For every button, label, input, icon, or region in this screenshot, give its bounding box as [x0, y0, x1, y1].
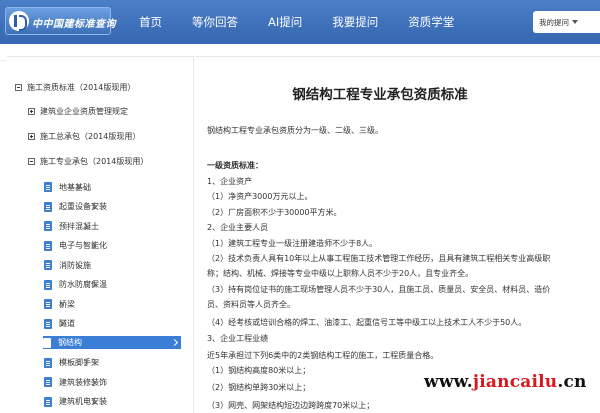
- document-icon: [44, 240, 52, 251]
- collapse-icon[interactable]: [28, 157, 35, 165]
- watermark-brand: jiancailu: [472, 372, 558, 392]
- paragraph-line: （2）厂房面积不少于30000平方米。: [207, 208, 342, 217]
- top-header: 中中国建标准查询 首页 等你回答 AI提问 我要提问 资质学堂 我的提问: [0, 0, 600, 44]
- paragraph-line: （4）经考核或培训合格的焊工、油漆工、起重信号工等中级工以上技术工人不少于50人…: [207, 318, 527, 327]
- my-questions-dropdown[interactable]: 我的提问: [533, 11, 600, 33]
- document-icon: [44, 260, 52, 270]
- nav-qualification-school[interactable]: 资质学堂: [408, 14, 454, 30]
- document-icon: [44, 221, 52, 231]
- paragraph-line: 近5年承担过下列6类中的2类钢结构工程的施工，工程质量合格。: [207, 351, 439, 360]
- document-icon: [44, 299, 52, 309]
- expand-icon[interactable]: [28, 107, 35, 115]
- document-icon: [44, 377, 52, 387]
- sidebar-tree: 施工资质标准（2014版现用） 建筑业企业资质管理规定 施工总承包（2014版现…: [7, 56, 194, 413]
- sidebar-item[interactable]: 建筑装修装饰: [44, 373, 107, 391]
- sidebar-item[interactable]: 预拌混凝土: [44, 217, 99, 235]
- sidebar-item-label: 钢结构: [58, 338, 82, 347]
- watermark: www.jiancailu.cn: [424, 372, 587, 392]
- nav-ask-question[interactable]: 我要提问: [332, 14, 378, 30]
- expand-icon[interactable]: [28, 132, 35, 140]
- tree-group-label: 施工总承包（2014版现用）: [40, 131, 141, 141]
- page-title: 钢结构工程专业承包资质标准: [292, 87, 468, 103]
- tree-root-label: 施工资质标准（2014版现用）: [27, 82, 136, 92]
- sidebar-item[interactable]: 桥梁: [44, 295, 75, 313]
- paragraph-line: 称；结构、机械、焊接等专业中级以上职称人员不少于20人，且专业齐全。: [207, 269, 474, 278]
- paragraph-line: （2）技术负责人具有10年以上从事工程施工技术管理工作经历，且具有建筑工程相关专…: [207, 254, 551, 263]
- my-questions-label: 我的提问: [539, 17, 569, 27]
- sidebar-item-label: 起重设备安装: [59, 202, 107, 211]
- paragraph-line: （3）网壳、网架结构短边边跨跨度70米以上；: [207, 401, 375, 410]
- tree-group[interactable]: 建筑业企业资质管理规定: [28, 102, 128, 120]
- document-icon: [44, 201, 52, 212]
- document-icon: [44, 318, 52, 329]
- document-icon: [44, 182, 52, 192]
- sidebar-item[interactable]: 消防设施: [44, 256, 91, 274]
- tree-group[interactable]: 施工总承包（2014版现用）: [28, 127, 140, 145]
- main-content: 钢结构工程专业承包资质标准 钢结构工程专业承包资质分为一级、二级、三级。 一级资质…: [195, 56, 600, 413]
- sidebar-item[interactable]: 起重设备安装: [44, 198, 107, 216]
- paragraph-line: （1）钢结构高度80米以上；: [207, 366, 311, 375]
- collapse-icon[interactable]: [15, 83, 22, 91]
- sidebar-item-label: 防水防腐保温: [59, 280, 107, 289]
- sidebar-item[interactable]: 建筑机电安装: [44, 393, 107, 411]
- tree-group-label: 建筑业企业资质管理规定: [40, 106, 128, 116]
- tree-group[interactable]: 施工专业承包（2014版现用）: [28, 152, 148, 170]
- sidebar-item-label: 模板脚手架: [59, 358, 99, 367]
- sidebar-item-label: 建筑装修装饰: [59, 377, 107, 387]
- sidebar-item-label: 建筑机电安装: [59, 397, 107, 406]
- document-icon: [44, 396, 52, 407]
- sidebar-item-label: 预拌混凝土: [59, 221, 99, 231]
- section-heading: 一级资质标准：: [207, 161, 263, 170]
- logo-text: 中中国建标准查询: [32, 19, 116, 30]
- nav-ai-ask[interactable]: AI提问: [268, 14, 302, 30]
- chevron-right-icon: [170, 338, 179, 347]
- paragraph-line: （2）钢结构单跨30米以上；: [207, 383, 311, 392]
- document-icon: [43, 337, 51, 348]
- paragraph-line: （1）净资产3000万元以上。: [207, 192, 313, 201]
- sidebar-item[interactable]: 钢结构: [43, 336, 181, 349]
- document-icon: [44, 279, 52, 290]
- paragraph-line: （3）持有岗位证书的施工现场管理人员不少于30人，且施工员、质量员、安全员、材料…: [207, 285, 551, 294]
- document-icon: [44, 357, 52, 368]
- tree-group-label: 施工专业承包（2014版现用）: [40, 156, 149, 166]
- main-nav: 首页 等你回答 AI提问 我要提问 资质学堂: [125, 0, 484, 44]
- sidebar-item[interactable]: 模板脚手架: [44, 354, 99, 372]
- sidebar-item-label: 电子与智能化: [59, 241, 107, 250]
- paragraph-line: 3、企业工程业绩: [207, 334, 269, 343]
- watermark-suffix: .cn: [557, 372, 587, 392]
- paragraph-line: 钢结构工程专业承包资质分为一级、二级、三级。: [207, 126, 383, 135]
- site-logo[interactable]: 中中国建标准查询: [5, 7, 116, 35]
- watermark-prefix: www.: [424, 372, 473, 392]
- nav-home[interactable]: 首页: [139, 14, 162, 30]
- paragraph-line: 2、企业主要人员: [207, 223, 269, 232]
- sidebar-item[interactable]: 地基基础: [44, 178, 91, 196]
- tree-root[interactable]: 施工资质标准（2014版现用）: [15, 78, 135, 96]
- chevron-down-icon: [572, 20, 578, 24]
- sidebar-item[interactable]: 隧道: [44, 315, 75, 333]
- paragraph-line: （1）建筑工程专业一级注册建造师不少于8人。: [207, 239, 378, 248]
- paragraph-line: 员、资料员等人员齐全。: [207, 300, 295, 309]
- sidebar-item[interactable]: 电子与智能化: [44, 237, 107, 255]
- sidebar-item[interactable]: 防水防腐保温: [44, 276, 107, 294]
- paragraph-line: 1、企业资产: [207, 177, 253, 186]
- logo-mark-icon: [9, 11, 29, 31]
- nav-await-answers[interactable]: 等你回答: [192, 14, 238, 30]
